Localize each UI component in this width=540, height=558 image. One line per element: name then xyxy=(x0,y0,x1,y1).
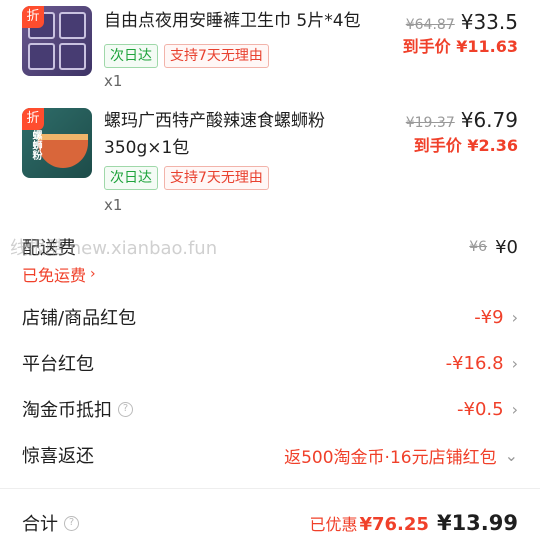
row-label: 惊喜返还 xyxy=(22,446,94,467)
thumbnail-label: 螺蛳粉 xyxy=(30,130,41,160)
chevron-right-icon: › xyxy=(511,353,518,373)
shipping-value: ¥0 xyxy=(495,236,518,258)
help-icon[interactable]: ? xyxy=(64,515,79,531)
original-price: ¥64.87 xyxy=(405,17,455,33)
taojinbi-value: -¥0.5 xyxy=(457,398,504,420)
product-title[interactable]: 螺玛广西特产酸辣速食螺蛳粉 350g×1包 xyxy=(104,108,334,162)
product-item-1[interactable]: 折 自由点夜用安睡裤卫生巾 5片*4包 次日达 支持7天无理由 x1 ¥64.8… xyxy=(0,6,540,98)
row-label: 淘金币抵扣 xyxy=(22,400,112,421)
row-label: 店铺/商品红包 xyxy=(22,308,137,329)
current-price: ¥6.79 xyxy=(460,108,518,132)
return-policy-tag: 支持7天无理由 xyxy=(164,44,269,68)
shop-coupon-value: -¥9 xyxy=(474,306,504,328)
chevron-right-icon: › xyxy=(511,399,518,419)
total-row: 合计 ? 已优惠 ¥76.25 ¥13.99 xyxy=(22,510,518,536)
discount-label: 已优惠 xyxy=(309,515,358,534)
free-shipping-link[interactable]: 已免运费 › xyxy=(22,262,518,286)
taojinbi-row[interactable]: 淘金币抵扣 ? -¥0.5 › xyxy=(22,396,518,422)
final-price: ¥2.36 xyxy=(467,136,518,155)
platform-coupon-row[interactable]: 平台红包 -¥16.8 › xyxy=(22,350,518,376)
next-day-tag: 次日达 xyxy=(104,166,158,190)
total-label: 合计 xyxy=(22,514,58,535)
help-icon[interactable]: ? xyxy=(118,401,133,417)
surprise-return-value: 返500淘金币·16元店铺红包 xyxy=(284,447,497,468)
final-price-label: 到手价 xyxy=(413,136,462,155)
watermark: 线报酷 new.xianbao.fun xyxy=(10,238,218,259)
shipping-original: ¥6 xyxy=(469,239,488,255)
chevron-right-icon: › xyxy=(511,307,518,327)
product-item-2[interactable]: 螺蛳粉 折 螺玛广西特产酸辣速食螺蛳粉 350g×1包 次日达 支持7天无理由 … xyxy=(0,108,540,216)
free-shipping-note: 已免运费 xyxy=(22,266,87,285)
total-amount: ¥13.99 xyxy=(436,511,518,535)
product-title[interactable]: 自由点夜用安睡裤卫生巾 5片*4包 xyxy=(104,8,384,35)
discount-amount: ¥76.25 xyxy=(359,514,429,535)
shop-coupon-row[interactable]: 店铺/商品红包 -¥9 › xyxy=(22,304,518,330)
quantity: x1 xyxy=(104,72,123,90)
divider xyxy=(0,488,540,489)
chevron-down-icon: ⌄ xyxy=(504,445,518,465)
product-thumbnail[interactable]: 螺蛳粉 折 xyxy=(22,108,92,178)
quantity: x1 xyxy=(104,196,123,214)
surprise-return-row[interactable]: 惊喜返还 返500淘金币·16元店铺红包 ⌄ xyxy=(22,442,518,468)
discount-badge: 折 xyxy=(22,108,44,130)
discount-badge: 折 xyxy=(22,6,44,28)
final-price-label: 到手价 xyxy=(402,37,451,56)
row-label: 平台红包 xyxy=(22,354,94,375)
final-price: ¥11.63 xyxy=(456,37,518,56)
current-price: ¥33.5 xyxy=(460,10,518,34)
next-day-tag: 次日达 xyxy=(104,44,158,68)
return-policy-tag: 支持7天无理由 xyxy=(164,166,269,190)
original-price: ¥19.37 xyxy=(405,115,455,131)
chevron-right-icon: › xyxy=(90,266,96,282)
platform-coupon-value: -¥16.8 xyxy=(445,352,504,374)
product-thumbnail[interactable]: 折 xyxy=(22,6,92,76)
